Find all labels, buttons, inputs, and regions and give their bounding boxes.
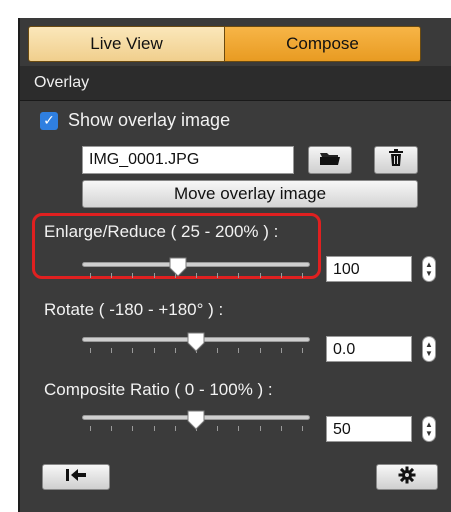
slider-tick: [153, 273, 155, 278]
slider-tick: [90, 273, 91, 278]
slider-ticks: [90, 273, 303, 279]
section-header: Overlay: [20, 66, 451, 101]
slider-tick: [217, 348, 219, 353]
slider-tick: [280, 348, 282, 353]
ratio-value-field[interactable]: 50: [326, 416, 412, 442]
tab-live-view[interactable]: Live View: [28, 26, 225, 62]
slider-thumb[interactable]: [169, 257, 187, 277]
show-overlay-checkbox[interactable]: ✓: [40, 111, 58, 130]
rotate-slider[interactable]: [82, 329, 310, 359]
slider-tick: [90, 426, 91, 431]
ratio-label: Composite Ratio ( 0 - 100% ) :: [44, 380, 273, 399]
reset-arrow-icon: [63, 467, 89, 488]
slider-tick: [217, 426, 219, 431]
chevron-up-icon[interactable]: ▲: [425, 340, 433, 349]
slider-thumb[interactable]: [187, 410, 205, 430]
slider-tick: [111, 426, 113, 431]
slider-tick: [238, 426, 240, 431]
slider-tick: [280, 426, 282, 431]
slider-tick: [132, 426, 134, 431]
slider-tick: [217, 273, 219, 278]
rotate-stepper[interactable]: ▲ ▼: [422, 336, 436, 362]
slider-tick: [302, 348, 303, 353]
ratio-slider[interactable]: [82, 407, 310, 437]
slider-tick: [153, 348, 155, 353]
section-title: Overlay: [34, 74, 90, 91]
slider-tick: [259, 273, 261, 278]
chevron-down-icon[interactable]: ▼: [425, 269, 433, 278]
slider-tick: [302, 426, 303, 431]
show-overlay-row[interactable]: ✓ Show overlay image: [40, 110, 230, 131]
chevron-up-icon[interactable]: ▲: [425, 420, 433, 429]
show-overlay-label: Show overlay image: [68, 110, 231, 130]
slider-tick: [280, 273, 282, 278]
enlarge-label: Enlarge/Reduce ( 25 - 200% ) :: [44, 222, 279, 241]
slider-tick: [174, 426, 176, 431]
chevron-down-icon[interactable]: ▼: [425, 349, 433, 358]
slider-tick: [132, 348, 134, 353]
slider-tick: [196, 273, 197, 278]
slider-tick: [153, 426, 155, 431]
settings-button[interactable]: [376, 464, 438, 490]
folder-icon: [319, 150, 341, 171]
slider-tick: [174, 348, 176, 353]
slider-tick: [132, 273, 134, 278]
move-overlay-button[interactable]: Move overlay image: [82, 180, 418, 208]
trash-icon: [388, 148, 404, 172]
overlay-panel: Live View Compose Overlay ✓ Show overlay…: [20, 18, 451, 512]
reset-button[interactable]: [42, 464, 110, 490]
slider-tick: [111, 273, 113, 278]
slider-tick: [259, 348, 261, 353]
ratio-stepper[interactable]: ▲ ▼: [422, 416, 436, 442]
chevron-up-icon[interactable]: ▲: [425, 260, 433, 269]
slider-track: [82, 262, 310, 267]
open-folder-button[interactable]: [308, 146, 352, 174]
enlarge-stepper[interactable]: ▲ ▼: [422, 256, 436, 282]
tab-compose[interactable]: Compose: [225, 26, 421, 62]
rotate-value-field[interactable]: 0.0: [326, 336, 412, 362]
slider-tick: [302, 273, 303, 278]
slider-tick: [238, 348, 240, 353]
enlarge-slider[interactable]: [82, 254, 310, 284]
enlarge-value-field[interactable]: 100: [326, 256, 412, 282]
rotate-label: Rotate ( -180 - +180° ) :: [44, 300, 224, 319]
overlay-filename-field[interactable]: IMG_0001.JPG: [82, 146, 294, 174]
slider-tick: [259, 426, 261, 431]
slider-tick: [238, 273, 240, 278]
chevron-down-icon[interactable]: ▼: [425, 429, 433, 438]
mode-tabs: Live View Compose: [28, 26, 421, 62]
delete-overlay-button[interactable]: [374, 146, 418, 174]
slider-tick: [90, 348, 91, 353]
gear-icon: [398, 466, 416, 489]
slider-tick: [111, 348, 113, 353]
slider-thumb[interactable]: [187, 332, 205, 352]
